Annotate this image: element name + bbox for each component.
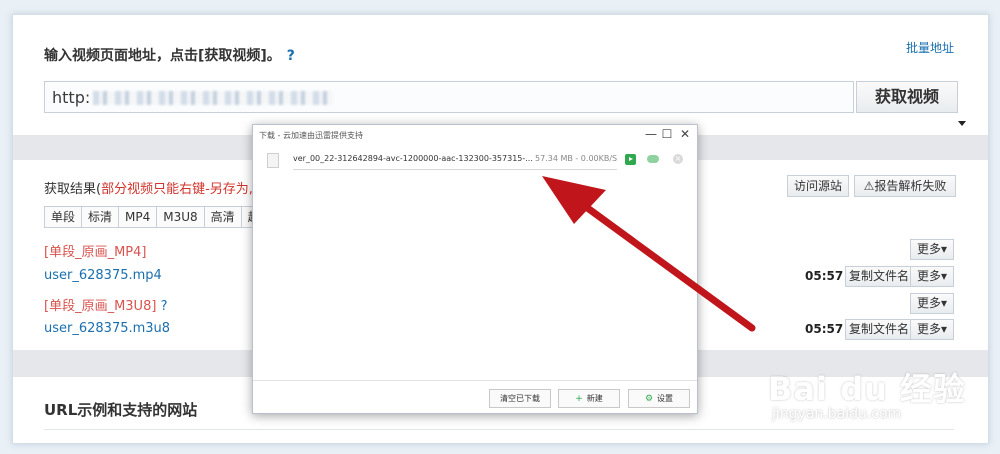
- arrow-shaft: [578, 200, 756, 332]
- baidu-watermark-url: jingyan.baidu.com: [772, 406, 902, 422]
- baidu-watermark: Bai du 经验: [768, 370, 966, 408]
